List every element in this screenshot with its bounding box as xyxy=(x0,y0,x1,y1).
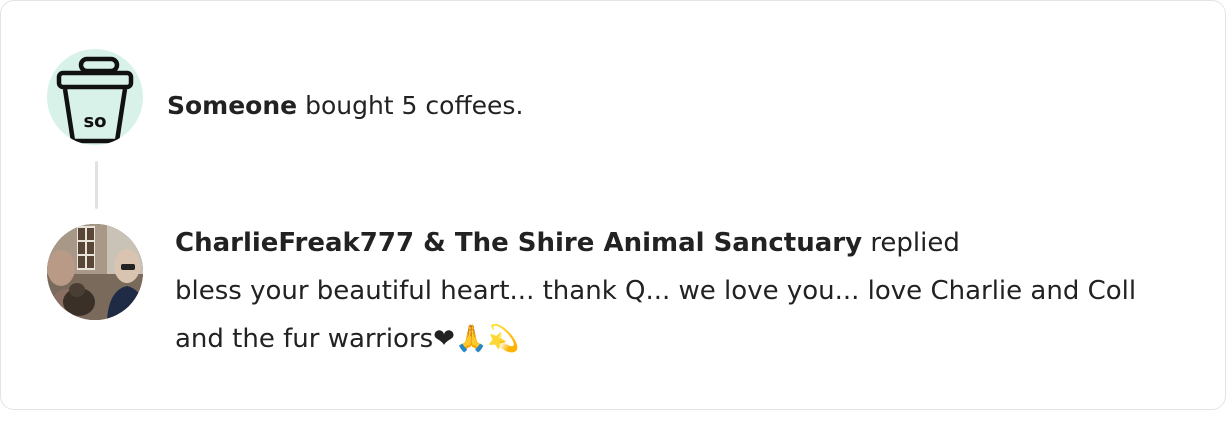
supporter-name: Someone xyxy=(167,91,298,120)
creator-avatar[interactable] xyxy=(47,224,143,320)
support-event-text: Someone bought 5 coffees. xyxy=(167,89,523,123)
thread-connector-line xyxy=(95,161,98,209)
user-photo-avatar xyxy=(47,224,143,320)
reply-verb: replied xyxy=(870,228,960,258)
reply-message: bless your beautiful heart... thank Q...… xyxy=(175,276,1137,354)
support-card: so Someone bought 5 coffees. CharlieFrea… xyxy=(0,0,1226,410)
reply-block: CharlieFreak777 & The Shire Animal Sanct… xyxy=(175,223,1185,363)
reply-author[interactable]: CharlieFreak777 & The Shire Animal Sanct… xyxy=(175,228,862,258)
coffee-cup-icon: so xyxy=(56,56,134,144)
supporter-avatar: so xyxy=(47,49,143,145)
coffee-cup-label: so xyxy=(83,111,106,132)
support-action-text: bought 5 coffees. xyxy=(305,91,524,120)
reply-header: CharlieFreak777 & The Shire Animal Sanct… xyxy=(175,223,1185,263)
